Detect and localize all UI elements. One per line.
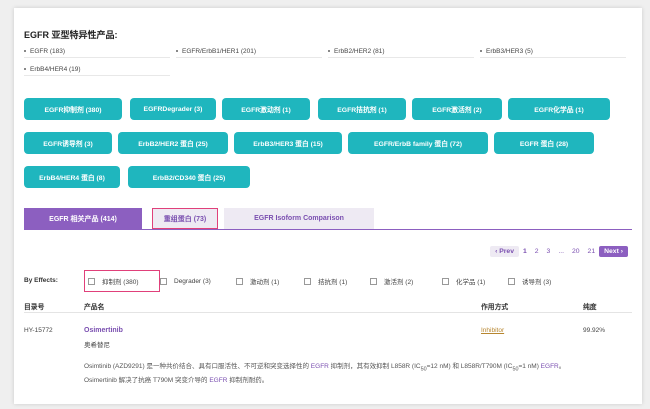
product-tabs: EGFR 相关产品 (414) 重组蛋白 (73) EGFR Isoform C… <box>24 208 632 230</box>
egfr-link[interactable]: EGFR <box>541 363 559 370</box>
header-name: 产品名 <box>84 304 105 311</box>
category-chip[interactable]: EGFRDegrader (3) <box>130 98 216 120</box>
category-chip[interactable]: EGFR抑制剂 (380) <box>24 98 122 120</box>
next-button[interactable]: Next › <box>599 245 628 257</box>
checkbox[interactable] <box>304 277 311 285</box>
tab-isoform-comparison[interactable]: EGFR Isoform Comparison <box>224 208 374 229</box>
table-header: 目录号 产品名 作用方式 纯度 <box>24 301 632 313</box>
subtype-link[interactable]: ErbB2/HER2 (81) <box>328 48 474 58</box>
page-number[interactable]: 20 <box>572 248 580 255</box>
category-chip[interactable]: EGFR激活剂 (2) <box>412 98 502 120</box>
egfr-link[interactable]: EGFR <box>311 363 329 370</box>
effects-filter: By Effects: 抑制剂 (380) Degrader (3) 激动剂 (… <box>24 270 632 292</box>
subtype-link[interactable]: EGFR/ErbB1/HER1 (201) <box>176 48 322 58</box>
bullet-icon <box>24 68 26 71</box>
checkbox[interactable] <box>442 277 449 285</box>
category-chip[interactable]: EGFR诱导剂 (3) <box>24 132 112 154</box>
checkbox[interactable] <box>88 277 95 285</box>
subtype-link[interactable]: EGFR (183) <box>24 48 170 58</box>
category-chip[interactable]: EGFR/ErbB family 蛋白 (72) <box>348 132 488 154</box>
category-chip[interactable]: EGFR激动剂 (1) <box>222 98 310 120</box>
category-chip[interactable]: EGFR 蛋白 (28) <box>494 132 594 154</box>
subtype-link[interactable]: ErbB3/HER3 (5) <box>480 48 626 58</box>
checkbox[interactable] <box>236 277 243 285</box>
egfr-link[interactable]: EGFR <box>209 377 227 384</box>
bullet-icon <box>24 50 26 53</box>
category-chip[interactable]: ErbB2/HER2 蛋白 (25) <box>118 132 228 154</box>
bullet-icon <box>176 50 178 53</box>
effects-label: By Effects: <box>24 277 58 284</box>
filter-agonist[interactable]: 激动剂 (1) <box>236 274 279 288</box>
filter-antagonist[interactable]: 拮抗剂 (1) <box>304 274 347 288</box>
product-description: Osimtinib (AZD9291) 是一种共价结合、具有口服活性、不可逆和突… <box>84 363 566 385</box>
filter-inhibitor[interactable]: 抑制剂 (380) <box>88 274 138 288</box>
category-chip[interactable]: EGFR化学品 (1) <box>508 98 610 120</box>
pagination: ‹ Prev 1 2 3 ... 20 21 Next › <box>490 245 628 257</box>
action-link[interactable]: Inhibitor <box>481 327 504 334</box>
catalog-number: HY-15772 <box>24 327 53 334</box>
checkbox[interactable] <box>508 277 515 285</box>
page-number[interactable]: 21 <box>588 248 596 255</box>
header-purity: 纯度 <box>583 304 597 311</box>
category-chip[interactable]: EGFR拮抗剂 (1) <box>318 98 406 120</box>
checkbox[interactable] <box>370 277 377 285</box>
subtype-link[interactable]: ErbB4/HER4 (19) <box>24 66 170 76</box>
tab-recombinant-protein[interactable]: 重组蛋白 (73) <box>152 208 218 229</box>
page-number[interactable]: 1 <box>523 248 527 255</box>
category-chip[interactable]: ErbB2/CD340 蛋白 (25) <box>128 166 250 188</box>
product-card: EGFR 亚型特异性产品: EGFR (183) EGFR/ErbB1/HER1… <box>14 8 642 404</box>
filter-degrader[interactable]: Degrader (3) <box>160 274 211 288</box>
table-row: HY-15772 Osimertinib 奥希替尼 Inhibitor 99.9… <box>24 321 632 401</box>
filter-chemical[interactable]: 化学品 (1) <box>442 274 485 288</box>
header-catalog: 目录号 <box>24 304 45 311</box>
product-name-link[interactable]: Osimertinib <box>84 327 123 334</box>
header-action: 作用方式 <box>481 304 509 311</box>
category-chip[interactable]: ErbB4/HER4 蛋白 (8) <box>24 166 120 188</box>
purity-value: 99.92% <box>583 327 606 334</box>
page-number[interactable]: 3 <box>547 248 551 255</box>
bullet-icon <box>480 50 482 53</box>
filter-inducer[interactable]: 诱导剂 (3) <box>508 274 551 288</box>
category-chip[interactable]: ErbB3/HER3 蛋白 (15) <box>234 132 342 154</box>
section-title: EGFR 亚型特异性产品: <box>24 30 118 40</box>
product-name-cn: 奥希替尼 <box>84 342 110 349</box>
checkbox[interactable] <box>160 277 167 285</box>
prev-button[interactable]: ‹ Prev <box>490 245 519 257</box>
bullet-icon <box>328 50 330 53</box>
page-number[interactable]: 2 <box>535 248 539 255</box>
filter-activator[interactable]: 激活剂 (2) <box>370 274 413 288</box>
tab-related-products[interactable]: EGFR 相关产品 (414) <box>24 208 142 229</box>
page-ellipsis: ... <box>558 247 564 255</box>
